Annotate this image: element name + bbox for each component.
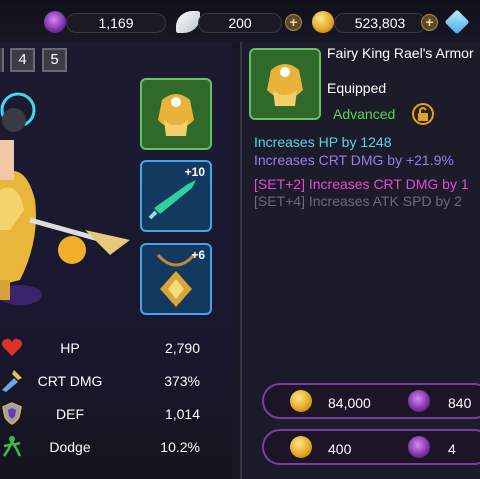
necklace-slot[interactable]: +6 <box>140 243 212 315</box>
tab-4[interactable]: 4 <box>10 48 35 72</box>
feather-icon <box>176 11 200 33</box>
stat-value: 373% <box>164 373 200 389</box>
soul-cost: 840 <box>448 395 472 411</box>
item-name: Fairy King Rael's Armor <box>327 45 474 61</box>
stat-row-hp: HP 2,790 <box>0 333 232 363</box>
weapon-slot[interactable]: +10 <box>140 160 212 232</box>
stat-value: 10.2% <box>160 439 200 455</box>
soul-currency-icon <box>44 11 66 33</box>
item-thumbnail <box>249 48 321 120</box>
lock-icon[interactable] <box>412 103 434 125</box>
set-bonus-line: [SET+4] Increases ATK SPD by 2 <box>254 193 462 209</box>
gold-coin-icon <box>290 390 312 412</box>
feathers-amount: 200 <box>198 13 282 33</box>
top-bar: 1,169 200 + 523,803 + <box>0 0 480 42</box>
padlock-glyph <box>418 107 428 121</box>
gold-coin-icon <box>312 11 334 33</box>
add-gold-button[interactable]: + <box>421 14 438 31</box>
gem-icon <box>444 9 470 35</box>
add-feathers-button[interactable]: + <box>285 14 302 31</box>
dodge-icon <box>2 436 22 457</box>
gold-cost: 84,000 <box>328 395 371 411</box>
tab-5[interactable]: 5 <box>42 48 67 72</box>
item-grade: Advanced <box>333 106 396 122</box>
souls-amount: 1,169 <box>66 13 166 33</box>
armor-slot[interactable] <box>140 78 212 150</box>
set-bonus-line: [SET+2] Increases CRT DMG by 1 <box>254 176 469 192</box>
gold-cost: 400 <box>328 441 352 457</box>
soul-currency-icon <box>408 436 430 458</box>
item-status: Equipped <box>327 80 387 96</box>
stat-name: HP <box>60 340 80 356</box>
stat-name: Dodge <box>49 439 91 455</box>
stat-value: 1,014 <box>164 406 200 422</box>
weapon-level: +10 <box>184 165 205 179</box>
armor-icon <box>267 64 303 106</box>
gold-coin-icon <box>290 436 312 458</box>
soul-currency-icon <box>408 390 430 412</box>
stat-name: DEF <box>56 406 84 422</box>
stat-name: CRT DMG <box>37 373 103 389</box>
heart-icon <box>2 338 22 356</box>
soul-cost: 4 <box>448 441 456 457</box>
critical-damage-icon <box>2 370 22 392</box>
stat-value: 2,790 <box>164 340 200 356</box>
item-stat-line: Increases HP by 1248 <box>254 134 392 150</box>
tab-partial[interactable] <box>0 48 4 72</box>
armor-icon <box>158 94 194 136</box>
shield-icon <box>2 402 22 425</box>
necklace-level: +6 <box>191 248 205 262</box>
stat-row-dodge: Dodge 10.2% <box>0 432 232 462</box>
item-stat-line: Increases CRT DMG by +21.9% <box>254 152 454 168</box>
hero-character-image <box>0 92 130 305</box>
stat-row-crt-dmg: CRT DMG 373% <box>0 366 232 396</box>
stat-row-def: DEF 1,014 <box>0 399 232 429</box>
gold-amount: 523,803 <box>334 13 426 33</box>
